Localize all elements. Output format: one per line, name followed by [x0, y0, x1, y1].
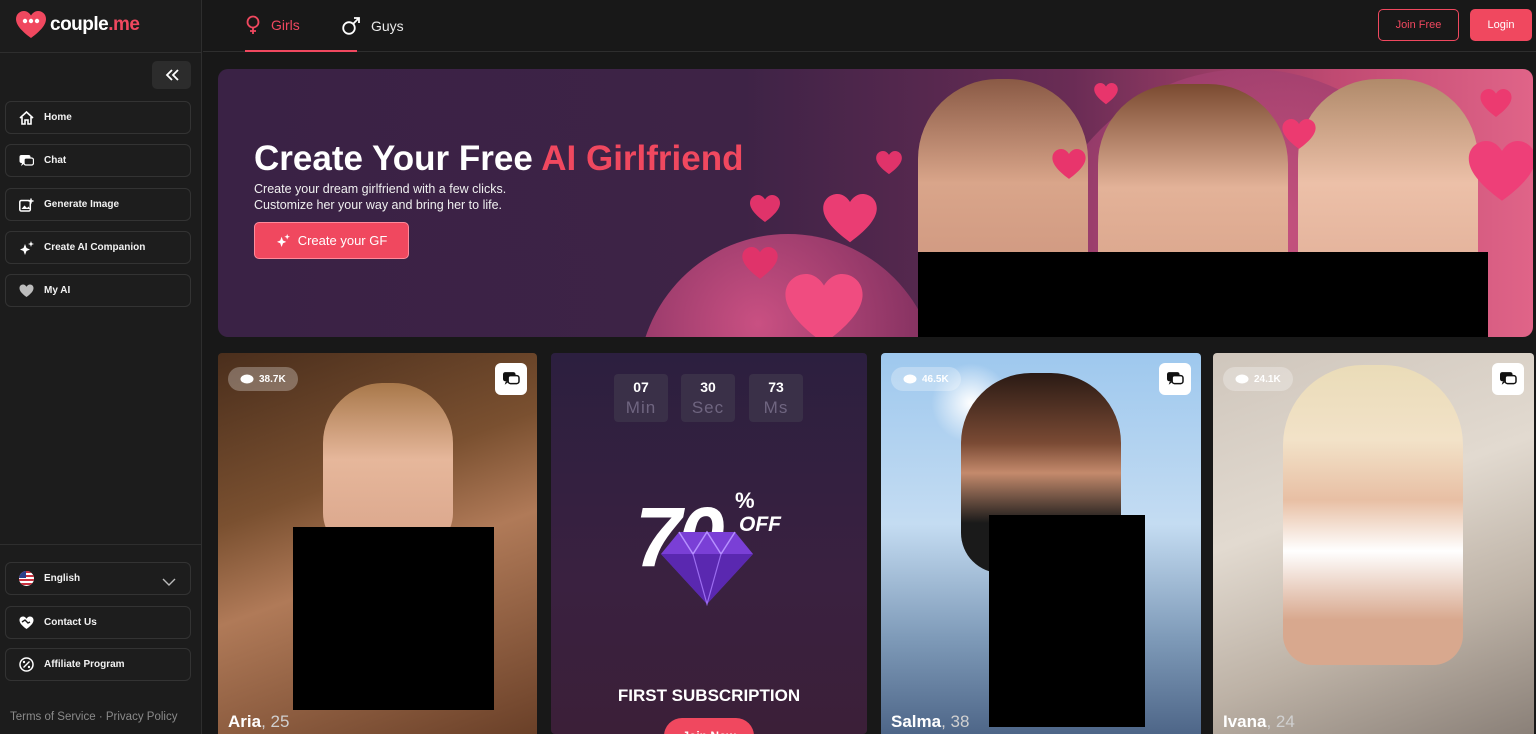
timer-minutes: 07 Min	[614, 374, 668, 422]
divider	[0, 52, 202, 53]
login-button[interactable]: Login	[1470, 9, 1532, 41]
female-symbol-icon	[246, 15, 260, 34]
heart-decoration-icon	[785, 274, 863, 337]
join-free-button[interactable]: Join Free	[1378, 9, 1459, 41]
language-label: English	[44, 573, 81, 584]
image-plus-icon	[18, 197, 34, 213]
nav-label: My AI	[44, 285, 71, 296]
nav-label: Affiliate Program	[44, 659, 125, 670]
sparkle-icon	[276, 234, 290, 247]
banner-title: Create Your Free AI Girlfriend	[254, 139, 744, 178]
nav-label: Chat	[44, 155, 67, 166]
tab-label: Girls	[271, 17, 300, 33]
heart-decoration-icon	[876, 151, 902, 175]
chat-bubble-icon	[903, 374, 917, 384]
heart-decoration-icon	[750, 195, 780, 222]
collapse-sidebar-button[interactable]	[152, 61, 191, 89]
logo[interactable]: couple.me	[16, 10, 140, 40]
chat-bubble-icon	[240, 374, 254, 384]
nav-chat[interactable]: Chat	[5, 144, 191, 177]
banner-subtitle: Create your dream girlfriend with a few …	[254, 182, 507, 212]
nav-label: Generate Image	[44, 199, 120, 210]
male-symbol-icon	[342, 17, 360, 35]
chevron-down-icon	[162, 573, 176, 591]
tab-guys[interactable]: Guys	[341, 0, 404, 52]
companion-card[interactable]: 24.1K Ivana, 24	[1213, 353, 1534, 734]
nav-my-ai[interactable]: My AI	[5, 274, 191, 307]
companion-name: Aria, 25	[228, 712, 290, 731]
chat-bubble-icon	[1235, 374, 1249, 384]
heart-icon	[18, 283, 34, 299]
percent-sign: %	[735, 488, 755, 513]
nav-home[interactable]: Home	[5, 101, 191, 134]
start-chat-button[interactable]	[1159, 363, 1191, 395]
chat-icon	[18, 153, 34, 169]
nav-label: Home	[44, 112, 72, 123]
sparkle-icon	[18, 240, 34, 256]
heart-decoration-icon	[742, 247, 778, 279]
chat-icon	[1500, 372, 1517, 385]
companion-name: Ivana, 24	[1223, 712, 1295, 731]
nav-affiliate-program[interactable]: Affiliate Program	[5, 648, 191, 681]
timer-seconds: 30 Sec	[681, 374, 735, 422]
top-bar: Girls Guys Join Free Login	[203, 0, 1536, 52]
heart-decoration-icon	[1480, 89, 1512, 117]
start-chat-button[interactable]	[1492, 363, 1524, 395]
hero-banner: Create Your Free AI Girlfriend Create yo…	[218, 69, 1533, 337]
us-flag-icon	[18, 571, 34, 587]
redacted-area	[989, 515, 1145, 727]
home-icon	[18, 110, 34, 126]
views-badge: 46.5K	[891, 367, 961, 391]
nav-create-ai-companion[interactable]: Create AI Companion	[5, 231, 191, 264]
heart-decoration-icon	[1468, 141, 1533, 201]
views-badge: 24.1K	[1223, 367, 1293, 391]
redacted-area	[293, 527, 494, 710]
chat-icon	[1167, 372, 1184, 385]
divider	[0, 544, 202, 545]
nav-contact-us[interactable]: Contact Us	[5, 606, 191, 639]
promo-headline: FIRST SUBSCRIPTION	[617, 686, 801, 705]
create-gf-button[interactable]: Create your GF	[254, 222, 409, 259]
nav-label: Contact Us	[44, 617, 97, 628]
timer-milliseconds: 73 Ms	[749, 374, 803, 422]
heart-decoration-icon	[1052, 149, 1086, 179]
privacy-link[interactable]: Privacy Policy	[106, 711, 178, 723]
diamond-icon	[661, 530, 753, 606]
heart-decoration-icon	[823, 194, 877, 243]
tab-label: Guys	[371, 18, 404, 34]
views-badge: 38.7K	[228, 367, 298, 391]
join-now-button[interactable]: Join Now	[664, 718, 754, 734]
double-chevron-left-icon	[165, 69, 179, 81]
promo-card: 07Min 30Sec 73Ms 70 % OFF FIRST SUBSCRIP…	[551, 353, 867, 734]
percent-icon	[18, 657, 34, 673]
brand-name: couple.me	[50, 14, 140, 35]
heart-decoration-icon	[1094, 83, 1118, 105]
chat-icon	[503, 372, 520, 385]
terms-link[interactable]: Terms of Service	[10, 711, 96, 723]
heart-logo-icon	[16, 11, 46, 39]
companion-card[interactable]: 46.5K Salma, 38	[881, 353, 1201, 734]
start-chat-button[interactable]	[495, 363, 527, 395]
heart-decoration-icon	[1282, 119, 1316, 149]
footer-links: Terms of Service · Privacy Policy	[10, 711, 177, 723]
button-label: Create your GF	[297, 233, 388, 248]
footer-separator: ·	[95, 711, 106, 723]
sidebar: couple.me Home Chat Generate Image Creat…	[0, 0, 202, 734]
handshake-icon	[18, 615, 34, 631]
portrait-photo	[1283, 365, 1463, 665]
companion-name: Salma, 38	[891, 712, 970, 731]
language-selector[interactable]: English	[5, 562, 191, 595]
redacted-area	[918, 252, 1488, 337]
nav-label: Create AI Companion	[44, 242, 146, 253]
nav-generate-image[interactable]: Generate Image	[5, 188, 191, 221]
companion-card[interactable]: 38.7K Aria, 25	[218, 353, 537, 734]
